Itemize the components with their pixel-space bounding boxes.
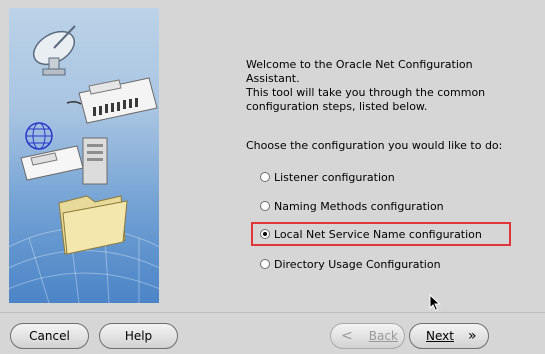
intro-line: This tool will take you through the comm… (246, 86, 486, 99)
cancel-button-label: Cancel (29, 329, 70, 343)
intro-line: configuration steps, listed below. (246, 100, 428, 113)
radio-button[interactable] (260, 201, 270, 211)
option-directory-usage-configuration[interactable]: Directory Usage Configuration (260, 256, 441, 272)
back-button[interactable]: < Back (330, 323, 405, 349)
option-naming-methods-configuration[interactable]: Naming Methods configuration (260, 198, 444, 214)
option-listener-configuration[interactable]: Listener configuration (260, 169, 395, 185)
help-button[interactable]: Help (99, 323, 178, 349)
satellite-dish-icon (32, 25, 76, 76)
wizard-illustration (9, 8, 159, 303)
option-label: Listener configuration (274, 170, 395, 184)
option-label: Naming Methods configuration (274, 199, 444, 213)
next-button-label: Next (426, 329, 454, 343)
radio-button[interactable] (260, 259, 270, 269)
chevron-left-icon: < (341, 328, 353, 344)
button-divider (0, 312, 545, 313)
wizard-window: Welcome to the Oracle Net Configuration … (0, 0, 545, 354)
radio-button[interactable] (260, 172, 270, 182)
option-label: Local Net Service Name configuration (274, 227, 482, 241)
folder-icon (58, 195, 128, 255)
back-button-label: Back (368, 329, 398, 343)
choice-prompt: Choose the configuration you would like … (246, 139, 503, 152)
cancel-button[interactable]: Cancel (10, 323, 89, 349)
network-card-icon (66, 77, 158, 124)
globe-icon (25, 122, 53, 150)
intro-text: Welcome to the Oracle Net Configuration … (246, 58, 536, 114)
next-button[interactable]: Next » (409, 323, 489, 349)
help-button-label: Help (124, 329, 153, 343)
chevron-right-icon: » (467, 328, 477, 344)
intro-line: Welcome to the Oracle Net Configuration (246, 58, 473, 71)
option-label: Directory Usage Configuration (274, 257, 441, 271)
intro-line: Assistant. (246, 72, 300, 85)
option-local-net-service-name-configuration[interactable]: Local Net Service Name configuration (260, 226, 482, 242)
radio-button-selected[interactable] (260, 229, 270, 239)
computer-icon (82, 137, 108, 185)
